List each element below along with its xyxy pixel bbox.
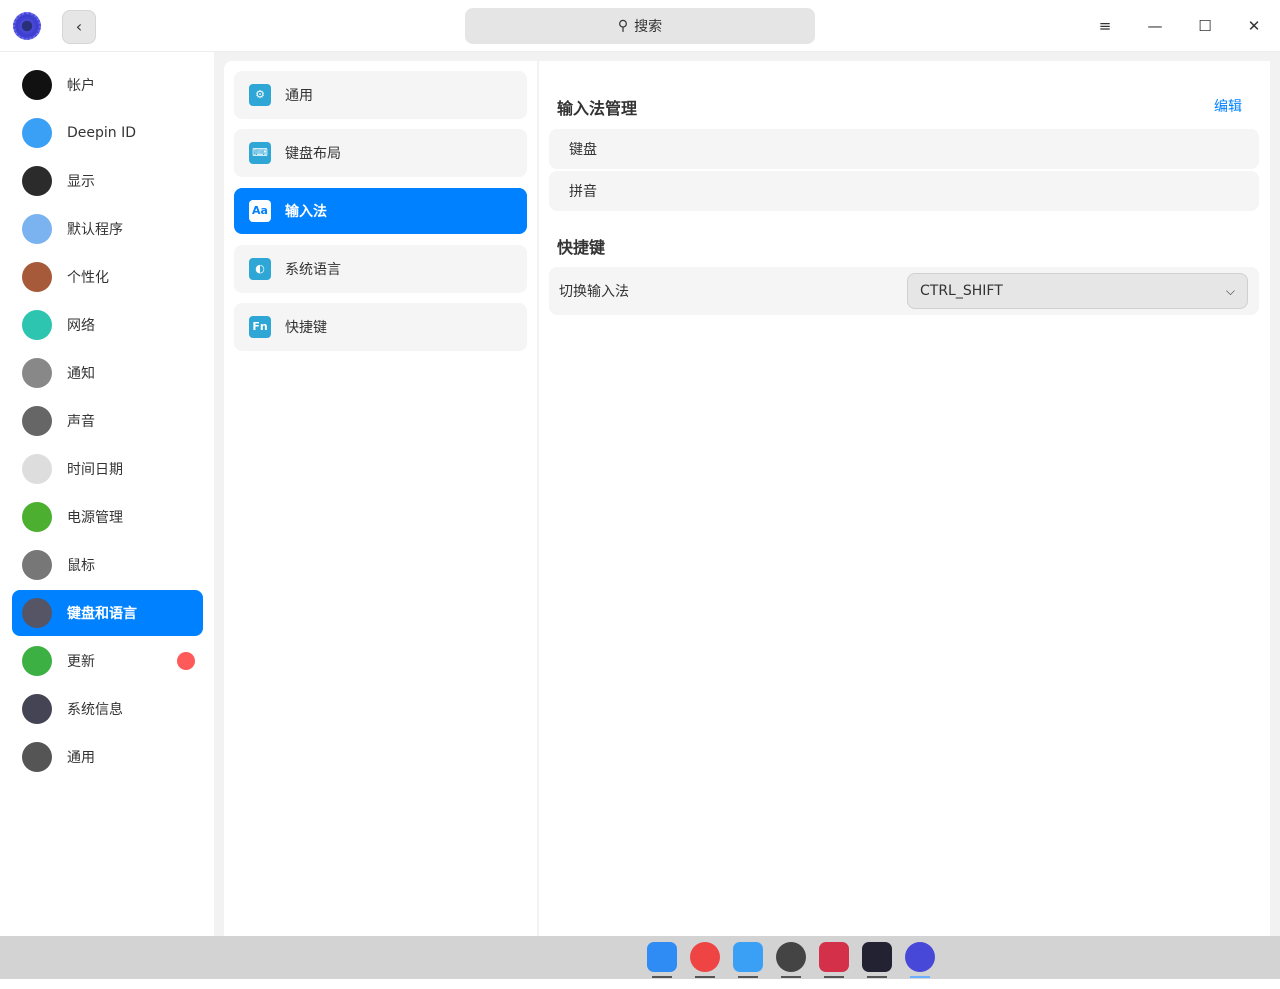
sidebar-item-label: 帐户	[67, 78, 95, 94]
running-indicator	[695, 976, 715, 978]
display-icon	[22, 166, 52, 196]
submenu-item-label: 通用	[285, 88, 313, 104]
submenu-item[interactable]: ⚙ 通用	[234, 71, 527, 119]
input-method-panel: 输入法管理 编辑 键盘 拼音 快捷键 切换输入法 CTRL_SHIFT ⌵	[539, 61, 1270, 936]
running-indicator	[910, 976, 930, 978]
sidebar-item[interactable]: 默认程序	[12, 206, 203, 252]
sidebar-item[interactable]: 网络	[12, 302, 203, 348]
running-indicator	[781, 976, 801, 978]
running-indicator	[652, 976, 672, 978]
sidebar-item-label: 通用	[67, 750, 95, 766]
chat-icon[interactable]	[733, 942, 763, 972]
mouse-icon	[22, 550, 52, 580]
sidebar-item-label: 网络	[67, 318, 95, 334]
cloud-icon	[22, 118, 52, 148]
switch-label: 切换输入法	[559, 284, 629, 300]
sidebar-item-label: 默认程序	[67, 222, 123, 238]
fn-key-icon: Fn	[249, 316, 271, 338]
system-info-icon	[22, 694, 52, 724]
sidebar-item-label: 时间日期	[67, 462, 123, 478]
running-indicator	[738, 976, 758, 978]
close-button[interactable]: ✕	[1242, 14, 1266, 38]
running-indicator	[867, 976, 887, 978]
sidebar-item-label: 个性化	[67, 270, 109, 286]
sidebar-item[interactable]: 电源管理	[12, 494, 203, 540]
section-title: 输入法管理	[557, 99, 638, 118]
submenu-item[interactable]: ◐ 系统语言	[234, 245, 527, 293]
terminal-icon[interactable]	[819, 942, 849, 972]
titlebar: ‹ ⚲ 搜索 ≡ — ☐ ✕	[0, 0, 1280, 52]
switch-shortcut-select[interactable]: CTRL_SHIFT ⌵	[907, 273, 1248, 309]
sidebar-item[interactable]: 帐户	[12, 62, 203, 108]
sidebar: 帐户 Deepin ID 显示默认程序个性化网络通知声音时间日期电源管理鼠标键盘和语…	[0, 52, 214, 936]
search-placeholder: 搜索	[634, 19, 663, 35]
gear-icon: ⚙	[249, 84, 271, 106]
edit-button[interactable]: 编辑	[1214, 96, 1242, 116]
keyboard-icon	[22, 598, 52, 628]
input-method-icon: Aa	[249, 200, 271, 222]
submenu-item-label: 输入法	[285, 204, 327, 220]
sidebar-item[interactable]: Deepin ID	[12, 110, 203, 156]
bell-icon	[22, 358, 52, 388]
sidebar-item-label: 电源管理	[67, 510, 123, 526]
vscode-icon[interactable]	[862, 942, 892, 972]
battery-icon	[22, 502, 52, 532]
select-value: CTRL_SHIFT	[920, 283, 1003, 299]
maximize-button[interactable]: ☐	[1193, 14, 1217, 38]
sidebar-item[interactable]: 系统信息	[12, 686, 203, 732]
sidebar-item[interactable]: 个性化	[12, 254, 203, 300]
sidebar-item-label: 显示	[67, 174, 95, 190]
search-icon: ⚲	[617, 18, 629, 34]
sidebar-item-label: 系统信息	[67, 702, 123, 718]
sidebar-item[interactable]: 通用	[12, 734, 203, 780]
sidebar-item[interactable]: 时间日期	[12, 446, 203, 492]
sub-menu: ⚙ 通用 ⌨ 键盘布局 Aa 输入法 ◐ 系统语言 Fn 快捷键	[224, 61, 537, 936]
sidebar-item[interactable]: 通知	[12, 350, 203, 396]
update-icon	[22, 646, 52, 676]
control-center-logo-icon	[13, 12, 41, 40]
clock-icon	[22, 454, 52, 484]
submenu-item[interactable]: Fn 快捷键	[234, 303, 527, 351]
submenu-item-label: 快捷键	[285, 320, 327, 336]
sidebar-item-label: 键盘和语言	[67, 606, 137, 622]
input-method-item[interactable]: 拼音	[549, 171, 1259, 211]
control-center-icon[interactable]	[905, 942, 935, 972]
chevron-down-icon: ⌵	[1225, 283, 1235, 298]
sidebar-item-label: 声音	[67, 414, 95, 430]
globe-icon: ◐	[249, 258, 271, 280]
submenu-item[interactable]: ⌨ 键盘布局	[234, 129, 527, 177]
sidebar-item[interactable]: 声音	[12, 398, 203, 444]
keyboard-layout-icon: ⌨	[249, 142, 271, 164]
gitkraken-icon[interactable]	[776, 942, 806, 972]
back-button[interactable]: ‹	[62, 10, 96, 44]
minimize-button[interactable]: —	[1143, 14, 1167, 38]
update-badge	[177, 652, 195, 670]
menu-button[interactable]: ≡	[1093, 14, 1117, 38]
submenu-item-label: 系统语言	[285, 262, 341, 278]
personalization-icon	[22, 262, 52, 292]
sidebar-item[interactable]: 更新	[12, 638, 203, 684]
sidebar-item-label: 更新	[67, 654, 95, 670]
input-method-item[interactable]: 键盘	[549, 129, 1259, 169]
speaker-icon	[22, 406, 52, 436]
submenu-item-label: 键盘布局	[285, 146, 341, 162]
network-icon	[22, 310, 52, 340]
general-icon	[22, 742, 52, 772]
sidebar-item[interactable]: 显示	[12, 158, 203, 204]
file-manager-icon[interactable]	[647, 942, 677, 972]
default-apps-icon	[22, 214, 52, 244]
sidebar-item-label: 通知	[67, 366, 95, 382]
running-indicator	[824, 976, 844, 978]
dock	[0, 936, 1280, 979]
sidebar-item[interactable]: 键盘和语言	[12, 590, 203, 636]
account-icon	[22, 70, 52, 100]
submenu-item[interactable]: Aa 输入法	[234, 188, 527, 234]
switch-input-method-row: 切换输入法 CTRL_SHIFT ⌵	[549, 267, 1259, 315]
sidebar-item-label: 鼠标	[67, 558, 95, 574]
search-input[interactable]: ⚲ 搜索	[465, 8, 815, 44]
shortcut-section-title: 快捷键	[557, 238, 606, 257]
chrome-icon[interactable]	[690, 942, 720, 972]
sidebar-item[interactable]: 鼠标	[12, 542, 203, 588]
sidebar-item-label: Deepin ID	[67, 125, 137, 141]
